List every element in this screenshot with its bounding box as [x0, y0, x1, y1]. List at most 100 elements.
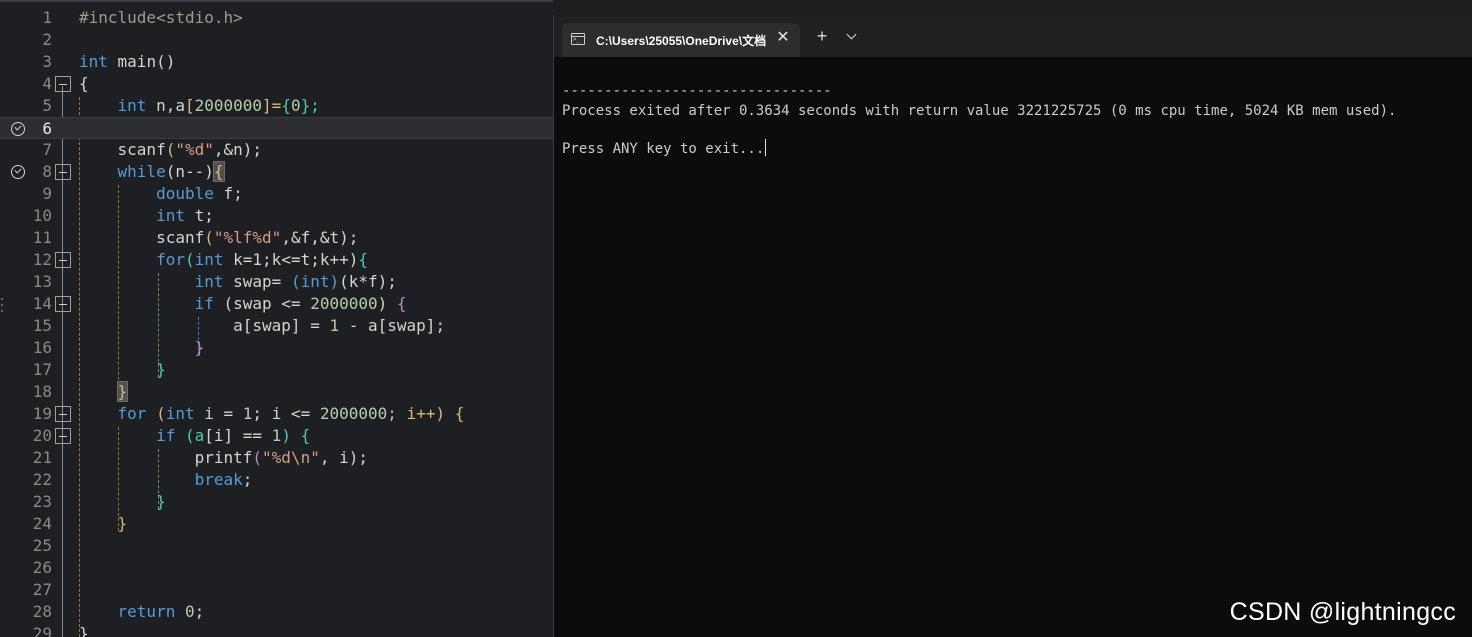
- code-line[interactable]: 10 int t;: [0, 205, 553, 227]
- code-line[interactable]: 23 }: [0, 491, 553, 513]
- code-line[interactable]: 5 int n,a[2000000]={0};: [0, 95, 553, 117]
- line-number: 3: [42, 52, 52, 71]
- fold-toggle-icon[interactable]: [55, 164, 71, 180]
- line-number: 28: [32, 602, 52, 621]
- code-line[interactable]: 24 }: [0, 513, 553, 535]
- code-line[interactable]: 17 }: [0, 359, 553, 381]
- line-number: 18: [32, 382, 52, 401]
- code-text: if (swap <= 2000000) {: [194, 294, 407, 313]
- code-line[interactable]: 20 if (a[i] == 1) {: [0, 425, 553, 447]
- fold-toggle-icon[interactable]: [55, 252, 71, 268]
- code-text: int swap= (int)(k*f);: [194, 272, 397, 291]
- code-line[interactable]: 12 for(int k=1;k<=t;k++){: [0, 249, 553, 271]
- terminal-icon: [571, 33, 585, 45]
- code-text: }: [156, 492, 166, 511]
- line-number: 15: [32, 316, 52, 335]
- line-number: 13: [32, 272, 52, 291]
- line-number: 12: [32, 250, 52, 269]
- code-text: int n,a[2000000]={0};: [117, 96, 320, 115]
- code-text: a[swap] = 1 - a[swap];: [233, 316, 446, 335]
- line-number: 22: [32, 470, 52, 489]
- code-text: break;: [194, 470, 253, 489]
- splitter-grip[interactable]: [0, 298, 4, 318]
- text-cursor: [765, 139, 767, 156]
- code-text: scanf("%lf%d",&f,&t);: [156, 228, 359, 247]
- code-text: }: [156, 360, 166, 379]
- code-line-current[interactable]: 6: [0, 117, 553, 139]
- line-number: 21: [32, 448, 52, 467]
- code-line[interactable]: 13 int swap= (int)(k*f);: [0, 271, 553, 293]
- code-line[interactable]: 26: [0, 557, 553, 579]
- chevron-down-icon[interactable]: [844, 29, 860, 45]
- code-text: int t;: [156, 206, 214, 225]
- code-line[interactable]: 27: [0, 579, 553, 601]
- code-line[interactable]: 19 for (int i = 1; i <= 2000000; i++) {: [0, 403, 553, 425]
- line-number: 14: [32, 294, 52, 313]
- code-line[interactable]: 29 }: [0, 623, 553, 637]
- line-number: 9: [42, 184, 52, 203]
- new-tab-button[interactable]: +: [812, 27, 832, 47]
- code-line[interactable]: 7 scanf("%d",&n);: [0, 139, 553, 161]
- console-exit-line: Process exited after 0.3634 seconds with…: [562, 103, 1397, 119]
- code-text: scanf("%d",&n);: [117, 140, 263, 159]
- code-text: return 0;: [117, 602, 205, 621]
- code-line[interactable]: 3 int main(): [0, 51, 553, 73]
- code-text: {: [79, 74, 89, 93]
- code-line[interactable]: 14 if (swap <= 2000000) {: [0, 293, 553, 315]
- line-number: 1: [42, 8, 52, 27]
- console-prompt-line: Press ANY key to exit...: [562, 139, 767, 157]
- code-text: for (int i = 1; i <= 2000000; i++) {: [117, 404, 465, 423]
- line-number: 26: [32, 558, 52, 577]
- line-number: 16: [32, 338, 52, 357]
- code-line[interactable]: 22 break;: [0, 469, 553, 491]
- code-line[interactable]: 25: [0, 535, 553, 557]
- console-window[interactable]: C:\Users\25055\OneDrive\文档 ✕ + ---------…: [553, 15, 1472, 637]
- code-text: int main(): [79, 52, 176, 71]
- code-line[interactable]: 8 while(n--){: [0, 161, 553, 183]
- line-number: 8: [42, 162, 52, 181]
- line-number: 25: [32, 536, 52, 555]
- code-line[interactable]: 2: [0, 29, 553, 51]
- code-line[interactable]: 11 scanf("%lf%d",&f,&t);: [0, 227, 553, 249]
- code-text: printf("%d\n", i);: [194, 448, 368, 467]
- code-line[interactable]: 15 a[swap] = 1 - a[swap];: [0, 315, 553, 337]
- code-text: }: [116, 381, 129, 402]
- code-text: double f;: [156, 184, 243, 203]
- line-number: 19: [32, 404, 52, 423]
- line-number: 17: [32, 360, 52, 379]
- code-line[interactable]: 28 return 0;: [0, 601, 553, 623]
- code-text: }: [79, 624, 89, 637]
- line-number: 24: [32, 514, 52, 533]
- code-line[interactable]: 18 }: [0, 381, 553, 403]
- line-number: 5: [42, 96, 52, 115]
- code-editor[interactable]: 1 #include<stdio.h> 2 3 int main() 4 { 5…: [0, 0, 553, 637]
- console-separator: --------------------------------: [562, 83, 832, 99]
- code-line[interactable]: 9 double f;: [0, 183, 553, 205]
- code-line[interactable]: 4 {: [0, 73, 553, 95]
- line-number: 27: [32, 580, 52, 599]
- line-number: 2: [42, 30, 52, 49]
- line-number: 7: [42, 140, 52, 159]
- console-tab[interactable]: C:\Users\25055\OneDrive\文档 ✕: [562, 23, 800, 57]
- line-number: 20: [32, 426, 52, 445]
- code-line[interactable]: 1 #include<stdio.h>: [0, 7, 553, 29]
- line-number: 6: [42, 119, 52, 138]
- code-text: }: [117, 514, 128, 533]
- fold-toggle-icon[interactable]: [55, 406, 71, 422]
- code-text: for(int k=1;k<=t;k++){: [156, 250, 369, 269]
- close-tab-button[interactable]: ✕: [775, 29, 791, 47]
- fold-toggle-icon[interactable]: [55, 76, 71, 92]
- code-text: #include<stdio.h>: [79, 8, 243, 27]
- console-titlebar[interactable]: C:\Users\25055\OneDrive\文档 ✕ +: [554, 15, 1472, 57]
- code-text: while(n--){: [117, 161, 225, 182]
- line-number: 11: [32, 228, 52, 247]
- code-text: }: [194, 338, 205, 357]
- code-line[interactable]: 16 }: [0, 337, 553, 359]
- fold-toggle-icon[interactable]: [55, 296, 71, 312]
- fold-toggle-icon[interactable]: [55, 428, 71, 444]
- line-number: 29: [32, 624, 52, 637]
- line-number: 10: [32, 206, 52, 225]
- code-text: if (a[i] == 1) {: [156, 426, 311, 445]
- code-line[interactable]: 21 printf("%d\n", i);: [0, 447, 553, 469]
- line-number: 23: [32, 492, 52, 511]
